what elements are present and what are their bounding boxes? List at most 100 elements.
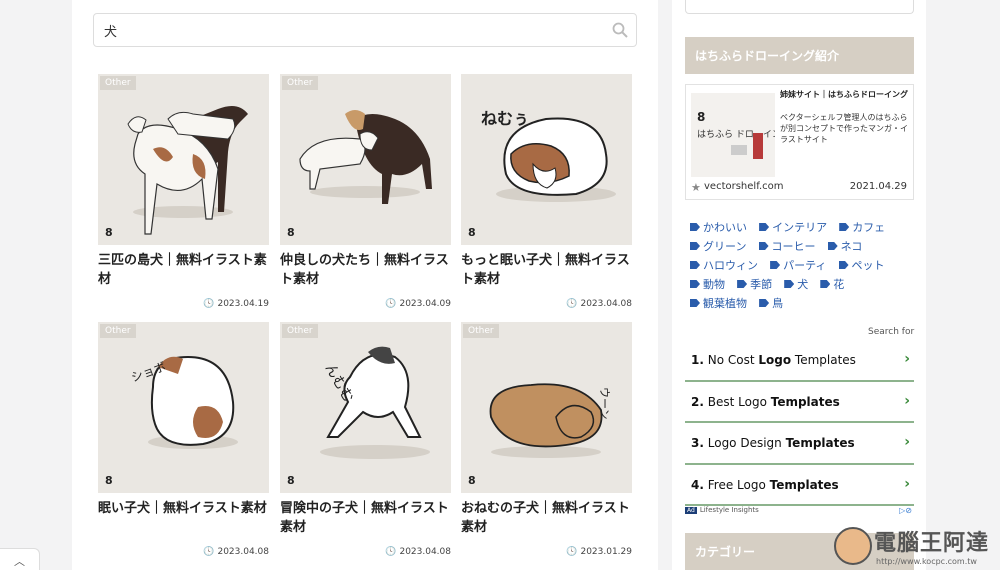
sister-site-thumbnail[interactable]: 8 はちふら ドローイング [691, 93, 790, 177]
ad-text[interactable]: Best Logo [708, 395, 771, 409]
tag-link[interactable]: 花 [820, 276, 844, 292]
chevron-right-icon[interactable]: › [904, 476, 910, 492]
ad-item[interactable]: 4. Free Logo Templates › [685, 465, 914, 506]
post-thumbnail[interactable]: Other 8 [98, 74, 269, 245]
tag-label[interactable]: ネコ [841, 240, 863, 253]
post-title[interactable]: 眠い子犬｜無料イラスト素材 [98, 499, 269, 537]
post-date-text: 2023.04.08 [399, 547, 451, 557]
post-card[interactable]: ねむぅ 8 もっと眠い子犬｜無料イラスト素材 🕓 2023.04.08 [461, 74, 632, 309]
ad-number: 2. [691, 394, 704, 409]
post-title[interactable]: 仲良しの犬たち｜無料イラスト素材 [280, 251, 451, 289]
ad-choices-icon[interactable]: ▷⊘ [899, 506, 912, 515]
sister-site-url[interactable]: vectorshelf.com [704, 181, 784, 192]
watermark-url: http://www.kocpc.com.tw [876, 557, 977, 566]
search-input[interactable] [94, 14, 574, 46]
post-thumbnail[interactable]: んむむ Other 8 [280, 322, 451, 493]
ad-text-bold[interactable]: Templates [771, 395, 840, 409]
tag-icon [827, 242, 838, 250]
tag-link[interactable]: 動物 [690, 276, 725, 292]
sleepy-puppy-illustration: ねむぅ [481, 109, 616, 202]
tag-link[interactable]: コーヒー [758, 238, 816, 254]
three-dogs-illustration [127, 105, 248, 235]
tag-label[interactable]: かわいい [703, 221, 747, 234]
sister-site-image: 8 はちふら ドローイング [697, 110, 790, 159]
tag-link[interactable]: カフェ [839, 219, 885, 235]
post-thumbnail[interactable]: ねむぅ 8 [461, 74, 632, 245]
tag-link[interactable]: ハロウィン [690, 257, 758, 273]
tag-label[interactable]: インテリア [772, 221, 827, 234]
chevron-right-icon[interactable]: › [904, 393, 910, 409]
tag-link[interactable]: パーティ [770, 257, 826, 273]
tag-label[interactable]: コーヒー [772, 240, 816, 253]
ad-text-bold[interactable]: Templates [786, 436, 855, 450]
post-card[interactable]: Other 8 仲良しの犬たち｜無料イラスト素材 🕓 2023.04.09 [280, 74, 451, 309]
tag-link[interactable]: ネコ [827, 238, 863, 254]
ad-item[interactable]: 2. Best Logo Templates › [685, 382, 914, 423]
post-title[interactable]: 冒険中の子犬｜無料イラスト素材 [280, 499, 451, 537]
post-card[interactable]: Other 8 三匹の島犬｜無料イラスト素材 🕓 2023.04.19 [98, 74, 269, 309]
tag-link[interactable]: 観葉植物 [690, 295, 747, 311]
tag-link[interactable]: インテリア [759, 219, 827, 235]
tag-link[interactable]: ペット [838, 257, 885, 273]
tag-row: 観葉植物 鳥 [690, 292, 920, 311]
tag-label[interactable]: 観葉植物 [703, 297, 747, 310]
scroll-to-top-button[interactable]: ︿ [0, 548, 40, 570]
post-card[interactable]: ショボ Other 8 眠い子犬｜無料イラスト素材 🕓 2023.04.08 [98, 322, 269, 557]
tag-label[interactable]: ハロウィン [703, 259, 758, 272]
post-thumbnail[interactable]: Other 8 [280, 74, 451, 245]
chevron-right-icon[interactable]: › [904, 351, 910, 367]
chevron-up-icon[interactable]: ︿ [14, 553, 25, 569]
tag-link[interactable]: かわいい [690, 219, 747, 235]
tag-label[interactable]: 鳥 [772, 297, 783, 310]
tag-label[interactable]: 花 [833, 278, 844, 291]
ad-number: 4. [691, 477, 704, 492]
tag-link[interactable]: グリーン [690, 238, 746, 254]
ad-text-bold[interactable]: Logo [758, 353, 791, 367]
watermark-text: 電腦王阿達 [874, 531, 990, 556]
tag-link[interactable]: 犬 [784, 276, 808, 292]
sister-site-name[interactable]: 姉妹サイト｜はちふらドローイング [780, 89, 910, 100]
tag-label[interactable]: 季節 [750, 278, 772, 291]
post-card[interactable]: ウーン Other 8 おねむの子犬｜無料イラスト素材 🕓 2023.01.29 [461, 322, 632, 557]
tag-icon [784, 280, 795, 288]
post-card[interactable]: んむむ Other 8 冒険中の子犬｜無料イラスト素材 🕓 2023.04.08 [280, 322, 451, 557]
category-badge: Other [463, 324, 499, 338]
tag-label[interactable]: 動物 [703, 278, 725, 291]
tag-icon [838, 261, 849, 269]
tag-row: かわいい インテリア カフェ [690, 216, 920, 235]
category-badge: Other [282, 76, 318, 90]
post-date-text: 2023.04.08 [217, 547, 269, 557]
tag-row: グリーン コーヒー ネコ [690, 235, 920, 254]
sister-site-card[interactable]: 8 はちふら ドローイング 姉妹サイト｜はちふらドローイング ベクターシェルフ管… [685, 84, 914, 200]
post-title[interactable]: もっと眠い子犬｜無料イラスト素材 [461, 251, 632, 289]
ad-text-bold[interactable]: Templates [770, 478, 839, 492]
post-title[interactable]: おねむの子犬｜無料イラスト素材 [461, 499, 632, 537]
ad-text[interactable]: No Cost [708, 353, 759, 367]
ad-text[interactable]: Templates [791, 353, 856, 367]
post-thumbnail[interactable]: ショボ Other 8 [98, 322, 269, 493]
tag-link[interactable]: 鳥 [759, 295, 783, 311]
ad-text[interactable]: Free Logo [708, 478, 770, 492]
ad-source[interactable]: Lifestyle Insights [700, 506, 759, 514]
tag-label[interactable]: グリーン [703, 240, 746, 253]
tag-label[interactable]: パーティ [783, 259, 826, 272]
sound-effect-text: ウーン [598, 387, 611, 419]
ad-item[interactable]: 3. Logo Design Templates › [685, 423, 914, 465]
post-title[interactable]: 三匹の島犬｜無料イラスト素材 [98, 251, 269, 289]
tag-label[interactable]: カフェ [852, 221, 885, 234]
search-icon[interactable] [612, 22, 628, 38]
ad-number: 1. [691, 353, 704, 367]
ad-item[interactable]: 1. No Cost Logo Templates › [685, 340, 914, 382]
search-box[interactable] [93, 13, 637, 47]
tag-label[interactable]: ペット [852, 259, 885, 272]
search-for-label: Search for [868, 327, 915, 337]
sister-site-description: ベクターシェルフ管理人のはちふらが別コンセプトで作ったマンガ・イラストサイト [780, 113, 908, 144]
tag-label[interactable]: 犬 [797, 278, 808, 291]
tag-icon [690, 242, 700, 250]
post-thumbnail[interactable]: ウーン Other 8 [461, 322, 632, 493]
ad-text[interactable]: Logo Design [708, 436, 786, 450]
category-badge: Other [100, 76, 136, 90]
watermark: 電腦王阿達 http://www.kocpc.com.tw [832, 523, 1000, 570]
chevron-right-icon[interactable]: › [904, 434, 910, 450]
tag-link[interactable]: 季節 [737, 276, 772, 292]
